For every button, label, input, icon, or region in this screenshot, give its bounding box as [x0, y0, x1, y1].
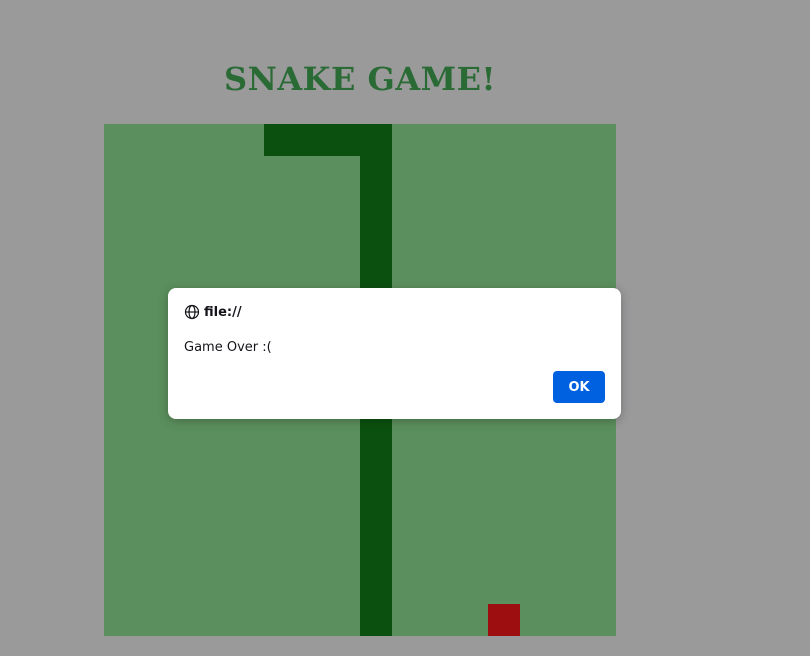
ok-button[interactable]: OK: [553, 371, 605, 403]
snake-segment: [360, 476, 392, 508]
dialog-header: file://: [184, 304, 242, 320]
snake-segment: [360, 220, 392, 252]
snake-segment: [360, 540, 392, 572]
snake-segment: [264, 124, 296, 156]
alert-dialog: file:// Game Over :( OK: [168, 288, 621, 419]
page-title: SNAKE GAME!: [223, 60, 497, 98]
snake-segment: [360, 508, 392, 540]
snake-segment: [360, 124, 392, 156]
dialog-origin: file://: [204, 304, 242, 320]
snake-segment: [328, 124, 360, 156]
snake-segment: [360, 188, 392, 220]
snake-segment: [360, 572, 392, 604]
food-item: [488, 604, 520, 636]
snake-segment: [360, 604, 392, 636]
snake-segment: [360, 252, 392, 284]
snake-segment: [360, 156, 392, 188]
snake-segment: [296, 124, 328, 156]
snake-segment: [360, 444, 392, 476]
globe-icon: [184, 304, 200, 320]
dialog-message: Game Over :(: [184, 340, 272, 355]
